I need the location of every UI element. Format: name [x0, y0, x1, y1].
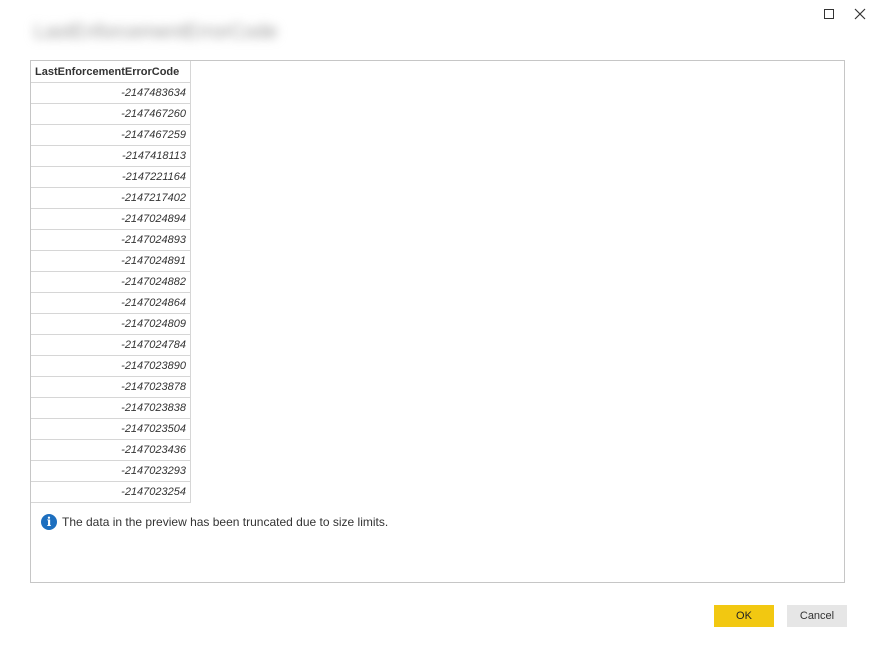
table-cell[interactable]: -2147023254	[31, 481, 191, 503]
table-cell[interactable]: -2147023504	[31, 418, 191, 440]
table-cell[interactable]: -2147023890	[31, 355, 191, 377]
table-cell[interactable]: -2147023838	[31, 397, 191, 419]
table-row: -2147023436	[31, 439, 191, 461]
truncation-notice: i The data in the preview has been trunc…	[41, 514, 388, 530]
table-row: -2147023254	[31, 481, 191, 503]
table-row: -2147221164	[31, 166, 191, 188]
table-cell[interactable]: -2147023436	[31, 439, 191, 461]
table-row: -2147023504	[31, 418, 191, 440]
table-row: -2147024882	[31, 271, 191, 293]
table-row: -2147483634	[31, 82, 191, 104]
table-cell[interactable]: -2147467259	[31, 124, 191, 146]
table-cell[interactable]: -2147418113	[31, 145, 191, 167]
table-cell[interactable]: -2147023293	[31, 460, 191, 482]
table-cell[interactable]: -2147221164	[31, 166, 191, 188]
close-icon	[854, 8, 866, 20]
table-row: -2147467259	[31, 124, 191, 146]
table-row: -2147024893	[31, 229, 191, 251]
table-row: -2147024809	[31, 313, 191, 335]
table-cell[interactable]: -2147024864	[31, 292, 191, 314]
table-row: -2147023293	[31, 460, 191, 482]
table-cell[interactable]: -2147024809	[31, 313, 191, 335]
table-row: -2147023878	[31, 376, 191, 398]
table-row: -2147418113	[31, 145, 191, 167]
ok-button[interactable]: OK	[714, 605, 774, 627]
header-row: LastEnforcementErrorCode	[31, 61, 191, 83]
table-row: -2147023838	[31, 397, 191, 419]
truncation-notice-text: The data in the preview has been truncat…	[62, 515, 389, 529]
window-title: LastEnforcementErrorCode	[30, 16, 298, 48]
table-row: -2147024891	[31, 250, 191, 272]
table-cell[interactable]: -2147217402	[31, 187, 191, 209]
table-row: -2147024784	[31, 334, 191, 356]
column-header[interactable]: LastEnforcementErrorCode	[31, 61, 191, 83]
maximize-icon	[824, 9, 834, 19]
table-cell[interactable]: -2147024893	[31, 229, 191, 251]
info-icon: i	[41, 514, 57, 530]
table-row: -2147024864	[31, 292, 191, 314]
table-cell[interactable]: -2147024894	[31, 208, 191, 230]
table-cell[interactable]: -2147483634	[31, 82, 191, 104]
table-cell[interactable]: -2147024784	[31, 334, 191, 356]
table-row: -2147217402	[31, 187, 191, 209]
table-row: -2147024894	[31, 208, 191, 230]
data-preview-pane: LastEnforcementErrorCode -2147483634 -21…	[30, 60, 845, 583]
table-cell[interactable]: -2147467260	[31, 103, 191, 125]
table-cell[interactable]: -2147024882	[31, 271, 191, 293]
window-title-text: LastEnforcementErrorCode	[34, 21, 278, 43]
table-cell[interactable]: -2147024891	[31, 250, 191, 272]
table-cell[interactable]: -2147023878	[31, 376, 191, 398]
table-row: -2147023890	[31, 355, 191, 377]
preview-dialog: LastEnforcementErrorCode LastEnforcement…	[0, 0, 877, 657]
close-button[interactable]	[847, 2, 873, 26]
maximize-button[interactable]	[816, 2, 842, 26]
cancel-button[interactable]: Cancel	[787, 605, 847, 627]
table-row: -2147467260	[31, 103, 191, 125]
data-table: LastEnforcementErrorCode -2147483634 -21…	[31, 61, 191, 503]
